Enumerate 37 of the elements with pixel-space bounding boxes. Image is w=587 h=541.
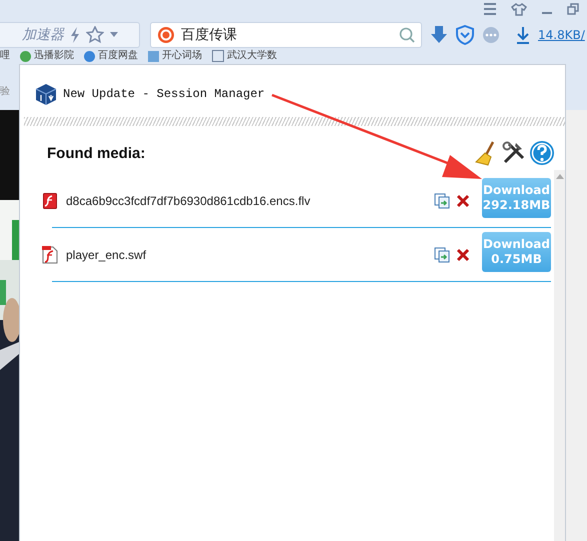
menu-icon[interactable]	[483, 3, 497, 15]
bookmark-item[interactable]: 武汉大学数	[212, 50, 277, 62]
search-icon	[399, 27, 415, 43]
restore-icon[interactable]	[567, 3, 579, 15]
tools-icon[interactable]	[501, 140, 527, 166]
cube-icon	[35, 83, 57, 105]
bookmark-item[interactable]: 哩	[0, 50, 10, 62]
section-heading: Found media:	[47, 144, 146, 162]
file-name: player_enc.swf	[66, 248, 148, 262]
flash-file-icon	[42, 246, 58, 264]
search-text: 百度传课	[181, 26, 238, 44]
caret-icon	[110, 32, 118, 38]
video-file-icon	[43, 193, 57, 209]
bookmark-item[interactable]: 百度网盘	[84, 50, 138, 62]
bookmark-item[interactable]: 开心词场	[148, 50, 202, 62]
window-title: New Update - Session Manager	[63, 87, 265, 101]
address-text: 加速器	[22, 26, 64, 44]
copy-icon[interactable]	[434, 247, 450, 263]
download-speed[interactable]: 14.8KB/	[538, 28, 585, 42]
delete-icon[interactable]	[456, 248, 470, 262]
more-icon[interactable]	[482, 26, 500, 44]
lightning-icon	[70, 27, 80, 43]
download-icon[interactable]	[516, 26, 530, 44]
scrollbar[interactable]	[554, 170, 565, 541]
download-arrow-icon[interactable]	[430, 25, 448, 45]
delete-icon[interactable]	[456, 194, 470, 208]
copy-icon[interactable]	[434, 193, 450, 209]
bookmark-item[interactable]: 迅播影院	[20, 50, 74, 62]
help-icon[interactable]	[529, 140, 555, 166]
star-icon	[86, 26, 104, 44]
scroll-up-icon[interactable]	[556, 174, 564, 179]
search-engine-icon	[157, 26, 175, 44]
sidebar-text: 验	[0, 85, 10, 98]
shirt-icon[interactable]	[511, 3, 527, 16]
search-field[interactable]: 百度传课	[150, 22, 422, 48]
file-name: d8ca6b9cc3fcdf7df7b6930d861cdb16.encs.flv	[66, 194, 312, 208]
shield-icon[interactable]	[456, 25, 474, 45]
